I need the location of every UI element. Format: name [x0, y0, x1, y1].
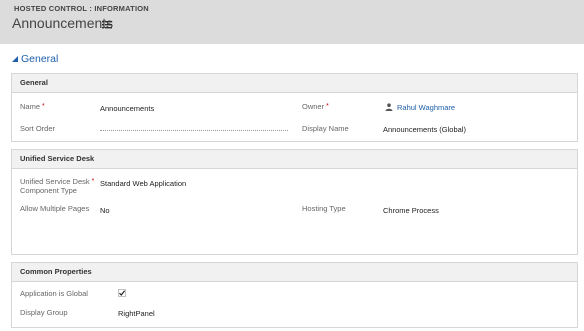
- global-checkbox[interactable]: [118, 289, 126, 297]
- page-title: Announcements: [12, 15, 114, 31]
- display-name-label: Display Name: [302, 124, 349, 133]
- sort-order-field[interactable]: [100, 130, 288, 131]
- common-properties-panel: Common Properties Application is Global …: [11, 262, 578, 328]
- allow-multiple-label: Allow Multiple Pages: [20, 204, 90, 213]
- display-group-field[interactable]: RightPanel: [118, 309, 155, 318]
- section-label: General: [21, 53, 59, 65]
- breadcrumb: HOSTED CONTROL : INFORMATION: [14, 4, 149, 13]
- allow-multiple-field[interactable]: No: [100, 206, 110, 215]
- hosting-type-field[interactable]: Chrome Process: [383, 206, 439, 215]
- owner-link[interactable]: Rahul Waghmare: [397, 103, 455, 112]
- general-section-toggle[interactable]: General: [12, 53, 58, 65]
- global-label: Application is Global: [20, 289, 88, 298]
- hosting-type-label: Hosting Type: [302, 204, 346, 213]
- name-field[interactable]: Announcements: [100, 104, 154, 113]
- owner-label: Owner *: [302, 102, 329, 111]
- panel-title: Common Properties: [12, 263, 577, 282]
- caret-down-icon: [12, 56, 18, 62]
- panel-title: Unified Service Desk: [12, 150, 577, 169]
- component-type-label: Unified Service Desk * Component Type: [20, 177, 95, 195]
- user-icon: [385, 103, 393, 111]
- component-type-field[interactable]: Standard Web Application: [100, 179, 186, 188]
- display-group-label: Display Group: [20, 308, 68, 317]
- general-panel: General Name * Announcements Owner * Rahul…: [11, 73, 578, 142]
- sort-order-label: Sort Order: [20, 124, 56, 133]
- usd-panel: Unified Service Desk Unified Service Des…: [11, 149, 578, 255]
- panel-title: General: [12, 74, 577, 93]
- page-header: HOSTED CONTROL : INFORMATION Announcemen…: [0, 0, 584, 44]
- list-menu-icon[interactable]: [102, 20, 112, 29]
- display-name-field[interactable]: Announcements (Global): [383, 125, 466, 134]
- name-label: Name *: [20, 102, 45, 111]
